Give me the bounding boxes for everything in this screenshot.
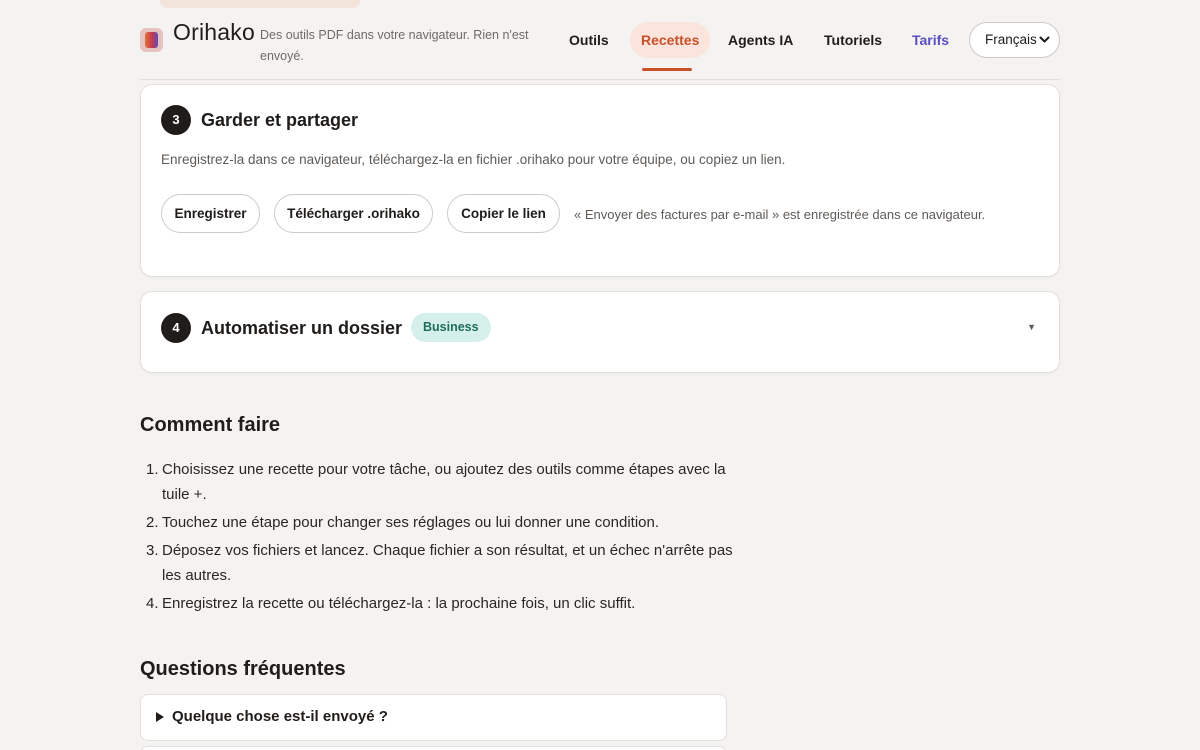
step-description: Enregistrez-la dans ce navigateur, téléc… bbox=[161, 152, 786, 167]
triangle-right-icon bbox=[156, 712, 164, 722]
save-button[interactable]: Enregistrer bbox=[161, 194, 260, 233]
step-title: Automatiser un dossier bbox=[201, 318, 403, 338]
language-select-value: Français bbox=[985, 32, 1037, 47]
howto-step-text: Touchez une étape pour changer ses régla… bbox=[162, 514, 660, 531]
howto-step-text: Enregistrez la recette ou téléchargez-la… bbox=[162, 595, 636, 612]
step-number-badge: 4 bbox=[161, 313, 191, 343]
howto-heading: Comment faire bbox=[140, 414, 281, 436]
faq-heading: Questions fréquentes bbox=[140, 658, 346, 680]
download-orihako-button[interactable]: Télécharger .orihako bbox=[274, 194, 433, 233]
howto-step: 2. Touchez une étape pour changer ses ré… bbox=[140, 510, 750, 535]
nav-tutoriels[interactable]: Tutoriels bbox=[824, 22, 882, 58]
howto-step-number: 2. bbox=[146, 514, 159, 531]
howto-step-number: 1. bbox=[146, 461, 159, 478]
howto-step-number: 4. bbox=[146, 595, 159, 612]
howto-step-text: Déposez vos fichiers et lancez. Chaque f… bbox=[162, 542, 733, 584]
caret-down-icon[interactable]: ▼ bbox=[1027, 322, 1036, 332]
step-number-badge: 3 bbox=[161, 105, 191, 135]
site-header: Orihako Des outils PDF dans votre naviga… bbox=[140, 0, 1060, 80]
nav-agents-ia[interactable]: Agents IA bbox=[728, 22, 793, 58]
howto-step-text: Choisissez une recette pour votre tâche,… bbox=[162, 461, 726, 503]
main-nav: Outils Recettes Agents IA Tutoriels Tari… bbox=[140, 22, 1060, 71]
faq-item-next[interactable] bbox=[140, 746, 727, 750]
step-save-share-card: 3 Garder et partager Enregistrez-la dans… bbox=[140, 84, 1060, 277]
nav-tarifs[interactable]: Tarifs bbox=[912, 22, 949, 58]
howto-step: 1. Choisissez une recette pour votre tâc… bbox=[140, 457, 750, 507]
header-decoration bbox=[160, 0, 360, 8]
nav-recettes[interactable]: Recettes bbox=[630, 22, 711, 58]
nav-outils[interactable]: Outils bbox=[569, 22, 609, 58]
chevron-down-icon bbox=[1039, 23, 1050, 72]
copy-link-button[interactable]: Copier le lien bbox=[447, 194, 560, 233]
faq-item[interactable]: Quelque chose est-il envoyé ? bbox=[140, 694, 727, 741]
howto-list: 1. Choisissez une recette pour votre tâc… bbox=[140, 457, 750, 619]
nav-active-indicator bbox=[642, 68, 692, 71]
howto-step: 4. Enregistrez la recette ou téléchargez… bbox=[140, 591, 750, 616]
business-plan-badge: Business bbox=[411, 313, 491, 342]
step-title: Garder et partager bbox=[201, 110, 359, 130]
language-select[interactable]: Français bbox=[969, 22, 1060, 58]
faq-question: Quelque chose est-il envoyé ? bbox=[172, 708, 388, 725]
howto-step-number: 3. bbox=[146, 542, 159, 559]
save-status-message: « Envoyer des factures par e-mail » est … bbox=[574, 207, 986, 222]
howto-step: 3. Déposez vos fichiers et lancez. Chaqu… bbox=[140, 538, 750, 588]
step-automate-folder-card[interactable]: 4 Automatiser un dossier Business ▼ bbox=[140, 291, 1060, 373]
